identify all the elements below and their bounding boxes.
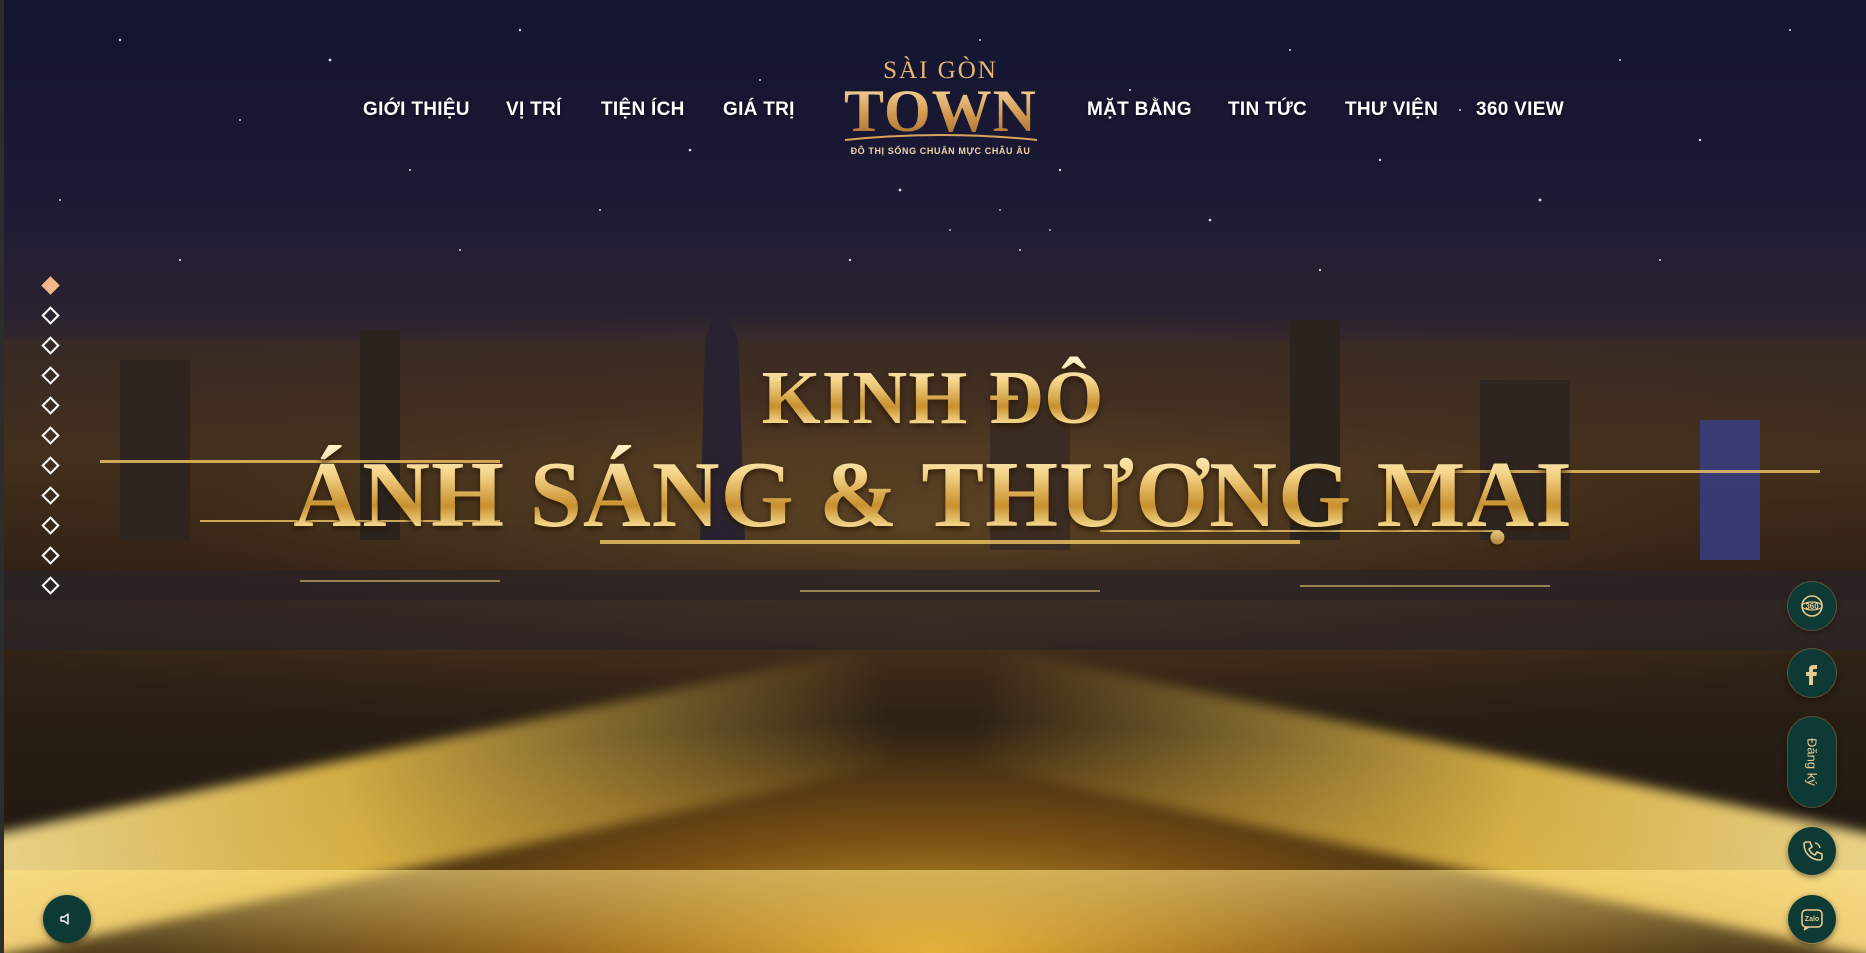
nav-vi-tri[interactable]: VỊ TRÍ: [506, 99, 562, 121]
facebook-button[interactable]: [1788, 649, 1836, 697]
glowing-floor: [0, 870, 1866, 953]
phone-icon: [1803, 841, 1823, 861]
pager-dot-11[interactable]: [41, 576, 60, 595]
speaker-muted-icon: [60, 913, 69, 925]
facebook-icon: [1806, 665, 1817, 685]
pager-dot-6[interactable]: [41, 426, 60, 445]
starry-sky: [59, 28, 1791, 272]
badge-360-text: 360: [1805, 602, 1819, 611]
logo-main-text: TOWN: [838, 81, 1043, 141]
section-pager: [40, 276, 62, 609]
pager-dot-10[interactable]: [41, 546, 60, 565]
360-view-icon: 360: [1801, 595, 1823, 617]
pager-dot-8[interactable]: [41, 486, 60, 505]
pager-dot-4[interactable]: [41, 366, 60, 385]
logo-tagline: ĐÔ THỊ SỐNG CHUẨN MỰC CHÂU ÂU: [850, 146, 1031, 156]
site-logo[interactable]: SÀI GÒN TOWN ĐÔ THỊ SỐNG CHUẨN MỰC CHÂU …: [838, 58, 1043, 163]
view-360-button[interactable]: 360: [1788, 582, 1836, 630]
hero-title-line1: KINH ĐÔ: [0, 355, 1866, 441]
nav-tin-tuc[interactable]: TIN TỨC: [1228, 99, 1307, 121]
nav-360-view[interactable]: 360 VIEW: [1476, 99, 1564, 121]
pager-dot-2[interactable]: [41, 306, 60, 325]
zalo-text: Zalo: [1805, 916, 1819, 923]
pager-dot-5[interactable]: [41, 396, 60, 415]
register-label: Đăng ký: [1804, 738, 1820, 786]
nav-gia-tri[interactable]: GIÁ TRỊ: [723, 99, 795, 121]
nav-mat-bang[interactable]: MẶT BẰNG: [1087, 99, 1192, 121]
hero-title-line2: ÁNH SÁNG & THƯƠNG MẠI: [0, 441, 1866, 549]
nav-thu-vien[interactable]: THƯ VIỆN: [1345, 99, 1438, 121]
pager-dot-1[interactable]: [41, 276, 60, 295]
pager-dot-9[interactable]: [41, 516, 60, 535]
hero-headline: KINH ĐÔ ÁNH SÁNG & THƯƠNG MẠI: [0, 355, 1866, 549]
register-button[interactable]: Đăng ký: [1788, 717, 1836, 807]
nav-gioi-thieu[interactable]: GIỚI THIỆU: [363, 99, 470, 121]
pager-dot-3[interactable]: [41, 336, 60, 355]
phone-button[interactable]: [1788, 827, 1836, 875]
zalo-button[interactable]: Zalo: [1788, 895, 1836, 943]
zalo-icon: Zalo: [1801, 909, 1823, 931]
sound-toggle-button[interactable]: [43, 895, 91, 943]
pager-dot-7[interactable]: [41, 456, 60, 475]
nav-tien-ich[interactable]: TIỆN ÍCH: [601, 99, 685, 121]
